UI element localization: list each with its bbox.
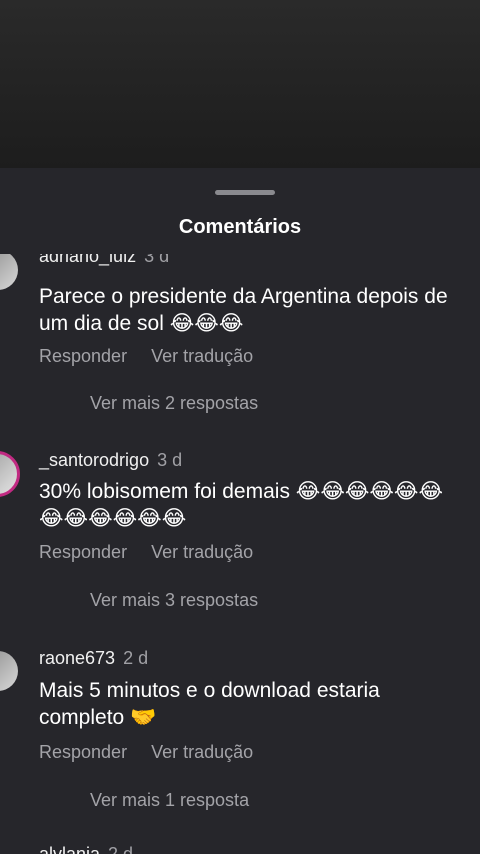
comment-text: Parece o presidente da Argentina depois … [39, 285, 448, 335]
avatar[interactable] [0, 651, 18, 691]
comment-age: 3 d [144, 254, 170, 266]
comment-username[interactable]: adriano_luiz 3 d [39, 254, 169, 267]
username-text[interactable]: alvlania [39, 844, 100, 854]
comments-list[interactable]: adriano_luiz 3 d Parece o presidente da A… [0, 254, 480, 854]
video-background [0, 0, 480, 168]
comment-username[interactable]: alvlania 2 d [39, 844, 133, 854]
username-text[interactable]: adriano_luiz [39, 254, 136, 266]
reply-button[interactable]: Responder [39, 542, 127, 562]
avatar[interactable] [0, 254, 18, 290]
drag-handle[interactable] [215, 190, 275, 195]
comment-age: 2 d [108, 844, 134, 854]
comments-sheet: Comentários adriano_luiz 3 d Parece o pre… [0, 168, 480, 854]
translate-button[interactable]: Ver tradução [151, 346, 253, 366]
comment-username[interactable]: _santorodrigo 3 d [39, 450, 182, 471]
translate-button[interactable]: Ver tradução [151, 542, 253, 562]
sheet-title: Comentários [178, 216, 302, 238]
comment-age: 3 d [157, 450, 183, 470]
comment-username[interactable]: raone673 2 d [39, 648, 148, 669]
comment-actions: Responder Ver tradução [39, 742, 277, 763]
comment-text: Mais 5 minutos e o download estaria comp… [39, 679, 380, 729]
avatar[interactable] [0, 451, 20, 497]
username-text[interactable]: _santorodrigo [39, 450, 149, 470]
reply-button[interactable]: Responder [39, 346, 127, 366]
translate-button[interactable]: Ver tradução [151, 742, 253, 762]
view-replies-button[interactable]: Ver mais 1 resposta [90, 790, 249, 811]
comment-age: 2 d [123, 648, 149, 668]
comment-text: 30% lobisomem foi demais 😂😂😂😂😂😂😂😂😂😂😂😂 [39, 480, 444, 530]
username-text[interactable]: raone673 [39, 648, 115, 668]
reply-button[interactable]: Responder [39, 742, 127, 762]
view-replies-button[interactable]: Ver mais 2 respostas [90, 393, 258, 414]
comment-actions: Responder Ver tradução [39, 542, 277, 563]
comment-actions: Responder Ver tradução [39, 346, 277, 367]
view-replies-button[interactable]: Ver mais 3 respostas [90, 590, 258, 611]
